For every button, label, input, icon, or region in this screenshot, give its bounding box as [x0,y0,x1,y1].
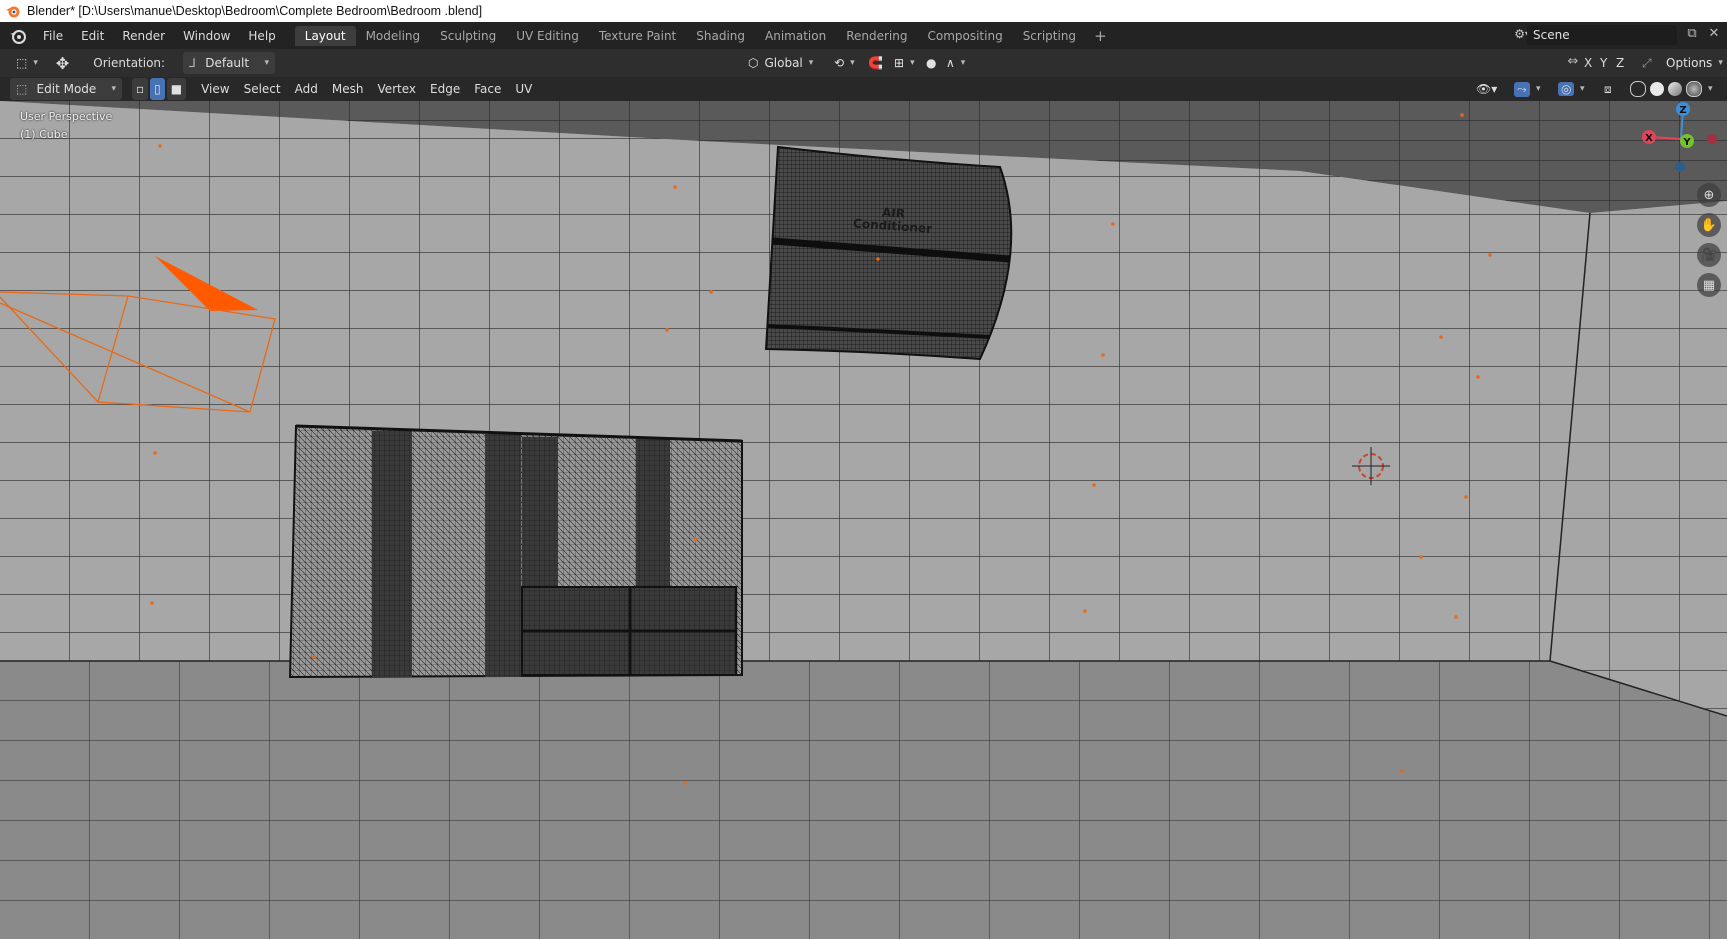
axis-y-toggle[interactable]: Y [1600,56,1607,70]
tab-uv-editing[interactable]: UV Editing [506,26,589,46]
viewport-header: ⬚ Edit Mode ▾ ▫ ▯ ■ View Select Add Mesh… [0,77,1727,101]
pivot-point-icon[interactable]: ⟲ ▾ [828,52,861,74]
wardrobe-object[interactable] [288,424,743,679]
axis-icon: ⅃ [189,56,196,70]
camera-view-icon[interactable]: 🎥 [1697,243,1721,267]
transform-icon: ⬡ [748,56,759,70]
tab-texture-paint[interactable]: Texture Paint [589,26,686,46]
gizmo-neg-x-axis[interactable] [1707,134,1717,144]
delete-scene-icon[interactable]: ✕ [1705,26,1723,44]
chevron-down-icon: ▾ [1718,58,1723,68]
menu-render[interactable]: Render [113,29,174,43]
navigation-gizmo[interactable]: Z X Y [1640,101,1720,181]
new-scene-icon[interactable]: ⧉ [1683,26,1701,44]
window-title: Blender* [D:\Users\manue\Desktop\Bedroom… [27,4,483,18]
wireframe-shading-icon[interactable] [1630,81,1646,97]
mirror-icon[interactable]: ⇔ [1564,54,1582,72]
viewport-perspective-label: User Perspective [20,110,113,123]
blender-logo-icon [6,6,20,18]
chevron-down-icon[interactable]: ▾ [1536,84,1541,94]
menu-mesh[interactable]: Mesh [325,82,371,96]
air-conditioner-object[interactable] [764,145,1013,361]
select-mode-group: ▫ ▯ ■ [132,78,187,100]
visibility-icon[interactable]: 👁▾ [1476,82,1497,96]
menu-file[interactable]: File [34,29,72,43]
xray-toggle-icon[interactable]: ⧈ [1604,82,1612,97]
snap-target-icon[interactable]: ⊞ ▾ [888,52,921,74]
zoom-icon[interactable]: ⊕ [1697,183,1721,207]
menu-window[interactable]: Window [174,29,239,43]
falloff-icon[interactable]: ∧ ▾ [940,52,971,74]
chevron-down-icon: ▾ [264,58,270,68]
menu-uv[interactable]: UV [508,82,539,96]
material-shading-icon[interactable] [1668,82,1682,96]
tab-rendering[interactable]: Rendering [836,26,917,46]
move-tool-icon[interactable]: ✥ [56,54,69,73]
tab-scripting[interactable]: Scripting [1013,26,1086,46]
orientation-label: Orientation: [93,56,166,70]
workspace-tabs: Layout Modeling Sculpting UV Editing Tex… [294,22,1115,49]
gizmo-y-label: Y [1682,137,1691,148]
chevron-down-icon[interactable]: ▾ [1580,84,1585,94]
gizmo-x-label: X [1645,133,1653,144]
mesh-symmetry-icon[interactable]: ⤢ [1642,56,1652,71]
blender-menu-icon[interactable] [8,26,28,46]
gizmo-z-label: Z [1679,105,1686,116]
3d-viewport[interactable]: AIR Conditioner User Perspective (1) Cub… [0,101,1727,939]
menu-help[interactable]: Help [239,29,284,43]
menu-edit[interactable]: Edit [72,29,113,43]
menu-view[interactable]: View [194,82,236,96]
menu-edge[interactable]: Edge [423,82,467,96]
edge-select-icon[interactable]: ▯ [150,78,165,100]
scene-name: Scene [1533,28,1570,42]
options-dropdown[interactable]: Options ▾ [1660,52,1727,74]
vertex-select-icon[interactable]: ▫ [132,78,149,100]
tab-modeling[interactable]: Modeling [356,26,431,46]
tool-select-icon[interactable]: ⬚ ▾ [10,52,44,74]
orientation-value: Default [205,56,250,70]
scene-selector[interactable]: Scene [1527,25,1677,45]
viewport-object-label: (1) Cube [20,128,68,141]
shading-mode-group: ▾ [1628,81,1713,97]
window-titlebar: Blender* [D:\Users\manue\Desktop\Bedroom… [0,0,1727,22]
chevron-down-icon: ▾ [111,84,116,94]
tool-settings-bar: ⬚ ▾ ✥ Orientation: ⅃ Default ▾ ⬡ Global ▾… [0,49,1727,77]
menu-face[interactable]: Face [467,82,508,96]
top-menu-bar: File Edit Render Window Help Layout Mode… [0,22,1727,49]
tab-sculpting[interactable]: Sculpting [430,26,506,46]
tab-layout[interactable]: Layout [294,25,356,46]
mode-value: Edit Mode [36,82,97,96]
gizmo-neg-z-axis[interactable] [1675,162,1685,172]
perspective-toggle-icon[interactable]: ▦ [1697,273,1721,297]
menu-vertex[interactable]: Vertex [370,82,423,96]
transform-space-dropdown[interactable]: ⬡ Global ▾ [742,52,819,74]
tab-shading[interactable]: Shading [686,26,755,46]
axis-z-toggle[interactable]: Z [1616,56,1624,70]
pan-hand-icon[interactable]: ✋ [1697,213,1721,237]
chevron-down-icon: ▾ [808,58,814,68]
edit-mode-icon: ⬚ [16,82,28,96]
add-workspace-icon[interactable]: + [1086,27,1115,45]
overlay-toggle-icon[interactable]: ◎ [1558,82,1575,96]
gizmo-toggle-icon[interactable]: ⤳ [1514,81,1530,97]
face-select-icon[interactable]: ■ [166,78,187,100]
transform-space-value: Global [764,56,803,70]
orientation-dropdown[interactable]: ⅃ Default ▾ [183,52,276,74]
tab-animation[interactable]: Animation [755,26,836,46]
menu-add[interactable]: Add [288,82,325,96]
mode-dropdown[interactable]: ⬚ Edit Mode ▾ [10,78,122,100]
solid-shading-icon[interactable] [1650,82,1664,96]
chevron-down-icon[interactable]: ▾ [1708,84,1713,94]
tab-compositing[interactable]: Compositing [917,26,1012,46]
snap-icon[interactable]: 🧲 [862,52,889,74]
menu-select[interactable]: Select [237,82,288,96]
rendered-shading-icon[interactable] [1686,81,1702,97]
axis-x-toggle[interactable]: X [1584,56,1592,70]
options-label: Options [1666,56,1713,70]
